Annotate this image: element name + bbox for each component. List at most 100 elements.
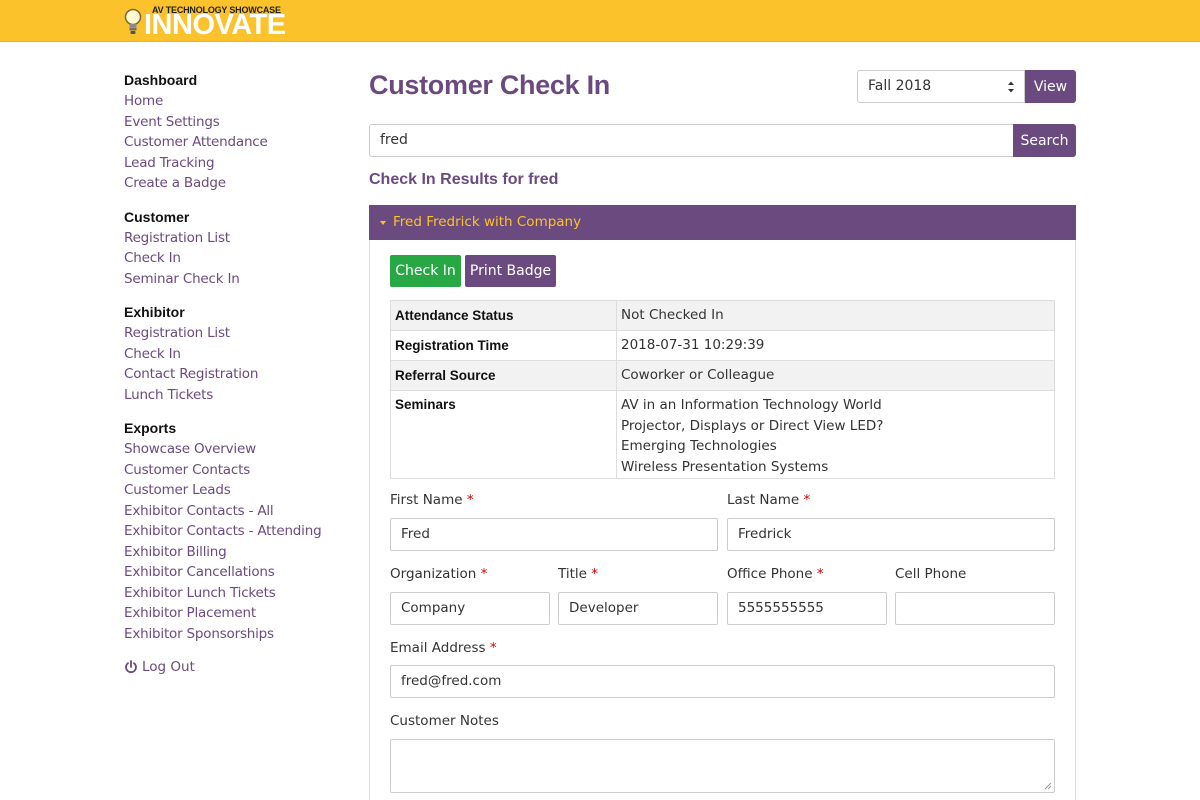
caret-down-icon bbox=[380, 220, 386, 225]
first-name-label-text: First Name bbox=[390, 492, 463, 508]
email-label: Email Address * bbox=[390, 640, 497, 656]
table-row: Attendance Status Not Checked In bbox=[390, 300, 1055, 331]
email-field[interactable]: fred@fred.com bbox=[390, 665, 1055, 698]
organization-label-text: Organization bbox=[390, 566, 477, 582]
search-button[interactable]: Search bbox=[1013, 124, 1076, 157]
office-phone-label: Office Phone * bbox=[727, 566, 824, 582]
sidebar-heading-dashboard: Dashboard bbox=[124, 72, 198, 88]
sidebar-group-dashboard: Dashboard Home Event Settings Customer A… bbox=[124, 70, 344, 194]
sidebar-item-exhibitor-contacts-attending[interactable]: Exhibitor Contacts - Attending bbox=[124, 521, 344, 542]
table-key: Referral Source bbox=[390, 360, 617, 391]
registration-time-value: 2018-07-31 10:29:39 bbox=[616, 330, 1055, 361]
organization-field[interactable]: Company bbox=[390, 592, 550, 625]
last-name-label-text: Last Name bbox=[727, 492, 800, 508]
email-label-text: Email Address bbox=[390, 640, 486, 656]
table-row: Registration Time 2018-07-31 10:29:39 bbox=[390, 330, 1055, 361]
logout-link[interactable]: Log Out bbox=[124, 657, 344, 677]
check-in-button[interactable]: Check In bbox=[390, 255, 461, 287]
sidebar-item-create-badge[interactable]: Create a Badge bbox=[124, 173, 344, 194]
sidebar-item-customer-leads[interactable]: Customer Leads bbox=[124, 480, 344, 501]
required-mark: * bbox=[816, 566, 824, 582]
sidebar-item-contact-registration[interactable]: Contact Registration bbox=[124, 364, 344, 385]
office-phone-value: 5555555555 bbox=[738, 600, 824, 616]
sidebar-group-customer: Customer Registration List Check In Semi… bbox=[124, 207, 344, 290]
logout-label: Log Out bbox=[142, 659, 195, 675]
sidebar-item-exhibitor-contacts-all[interactable]: Exhibitor Contacts - All bbox=[124, 501, 344, 522]
title-label: Title * bbox=[558, 566, 598, 582]
print-badge-button[interactable]: Print Badge bbox=[465, 255, 556, 287]
cell-phone-label-text: Cell Phone bbox=[895, 566, 967, 582]
results-heading: Check In Results for fred bbox=[369, 171, 559, 188]
cell-phone-label: Cell Phone bbox=[895, 566, 966, 582]
seminar-item: Projector, Displays or Direct View LED? bbox=[621, 417, 884, 434]
last-name-field[interactable]: Fredrick bbox=[727, 518, 1055, 551]
search-input[interactable]: fred bbox=[369, 124, 1014, 157]
title-label-text: Title bbox=[558, 566, 587, 582]
required-mark: * bbox=[803, 492, 811, 508]
sidebar-item-customer-attendance[interactable]: Customer Attendance bbox=[124, 132, 344, 153]
sidebar-item-customer-check-in[interactable]: Check In bbox=[124, 248, 344, 269]
sidebar-item-exhibitor-check-in[interactable]: Check In bbox=[124, 344, 344, 365]
result-panel-header[interactable]: Fred Fredrick with Company bbox=[369, 205, 1076, 240]
required-mark: * bbox=[480, 566, 488, 582]
table-key: Seminars bbox=[390, 390, 617, 479]
last-name-value: Fredrick bbox=[738, 526, 792, 542]
seminar-item: Wireless Presentation Systems bbox=[621, 458, 829, 475]
sidebar-heading-exhibitor: Exhibitor bbox=[124, 304, 185, 320]
office-phone-label-text: Office Phone bbox=[727, 566, 813, 582]
sidebar-item-exhibitor-lunch-tickets[interactable]: Exhibitor Lunch Tickets bbox=[124, 583, 344, 604]
lightbulb-icon bbox=[124, 8, 142, 34]
season-select-value: Fall 2018 bbox=[868, 78, 932, 94]
sidebar-item-exhibitor-billing[interactable]: Exhibitor Billing bbox=[124, 542, 344, 563]
email-value: fred@fred.com bbox=[401, 673, 502, 689]
customer-notes-label: Customer Notes bbox=[390, 713, 499, 729]
title-value: Developer bbox=[569, 600, 639, 616]
sidebar-item-lunch-tickets[interactable]: Lunch Tickets bbox=[124, 385, 344, 406]
sidebar-item-lead-tracking[interactable]: Lead Tracking bbox=[124, 153, 344, 174]
sidebar-item-showcase-overview[interactable]: Showcase Overview bbox=[124, 439, 344, 460]
sidebar-item-exhibitor-cancellations[interactable]: Exhibitor Cancellations bbox=[124, 562, 344, 583]
search-input-value: fred bbox=[380, 132, 408, 148]
sidebar-item-home[interactable]: Home bbox=[124, 91, 344, 112]
required-mark: * bbox=[489, 640, 497, 656]
sidebar-nav: Dashboard Home Event Settings Customer A… bbox=[124, 70, 344, 677]
sidebar-item-exhibitor-placement[interactable]: Exhibitor Placement bbox=[124, 603, 344, 624]
title-field[interactable]: Developer bbox=[558, 592, 718, 625]
result-panel bbox=[369, 205, 1076, 800]
resize-grip-icon[interactable] bbox=[1044, 782, 1052, 790]
organization-value: Company bbox=[401, 600, 466, 616]
attendance-table: Attendance Status Not Checked In Registr… bbox=[390, 300, 1055, 479]
first-name-label: First Name * bbox=[390, 492, 474, 508]
view-button[interactable]: View bbox=[1025, 70, 1076, 103]
result-panel-title: Fred Fredrick with Company bbox=[393, 214, 582, 230]
sidebar-item-exhibitor-sponsorships[interactable]: Exhibitor Sponsorships bbox=[124, 624, 344, 645]
sidebar-item-event-settings[interactable]: Event Settings bbox=[124, 112, 344, 133]
attendance-status-value: Not Checked In bbox=[616, 300, 1055, 331]
required-mark: * bbox=[466, 492, 474, 508]
office-phone-field[interactable]: 5555555555 bbox=[727, 592, 887, 625]
top-bar: AV TECHNOLOGY SHOWCASE INNOVATE bbox=[0, 0, 1200, 42]
referral-source-value: Coworker or Colleague bbox=[616, 360, 1055, 391]
customer-notes-textarea[interactable] bbox=[390, 739, 1055, 793]
table-row: Seminars AV in an Information Technology… bbox=[390, 390, 1055, 479]
sidebar-item-exhibitor-registration-list[interactable]: Registration List bbox=[124, 323, 344, 344]
required-mark: * bbox=[591, 566, 598, 582]
brand-logo[interactable]: AV TECHNOLOGY SHOWCASE INNOVATE bbox=[124, 4, 286, 41]
last-name-label: Last Name * bbox=[727, 492, 810, 508]
sidebar-item-customer-registration-list[interactable]: Registration List bbox=[124, 228, 344, 249]
sidebar-group-exhibitor: Exhibitor Registration List Check In Con… bbox=[124, 302, 344, 405]
seminar-item: AV in an Information Technology World bbox=[621, 397, 882, 413]
cell-phone-field[interactable] bbox=[895, 592, 1055, 625]
sidebar-item-seminar-check-in[interactable]: Seminar Check In bbox=[124, 269, 344, 290]
first-name-value: Fred bbox=[401, 526, 430, 542]
sidebar-heading-exports: Exports bbox=[124, 420, 177, 436]
season-select[interactable]: Fall 2018 bbox=[857, 70, 1025, 103]
power-icon bbox=[125, 660, 137, 674]
sidebar-item-customer-contacts[interactable]: Customer Contacts bbox=[124, 460, 344, 481]
customer-notes-label-text: Customer Notes bbox=[390, 713, 499, 729]
page-title: Customer Check In bbox=[369, 70, 610, 100]
select-arrows-icon bbox=[1008, 81, 1014, 93]
table-key: Registration Time bbox=[390, 330, 617, 361]
first-name-field[interactable]: Fred bbox=[390, 518, 718, 551]
sidebar-heading-customer: Customer bbox=[124, 208, 190, 225]
